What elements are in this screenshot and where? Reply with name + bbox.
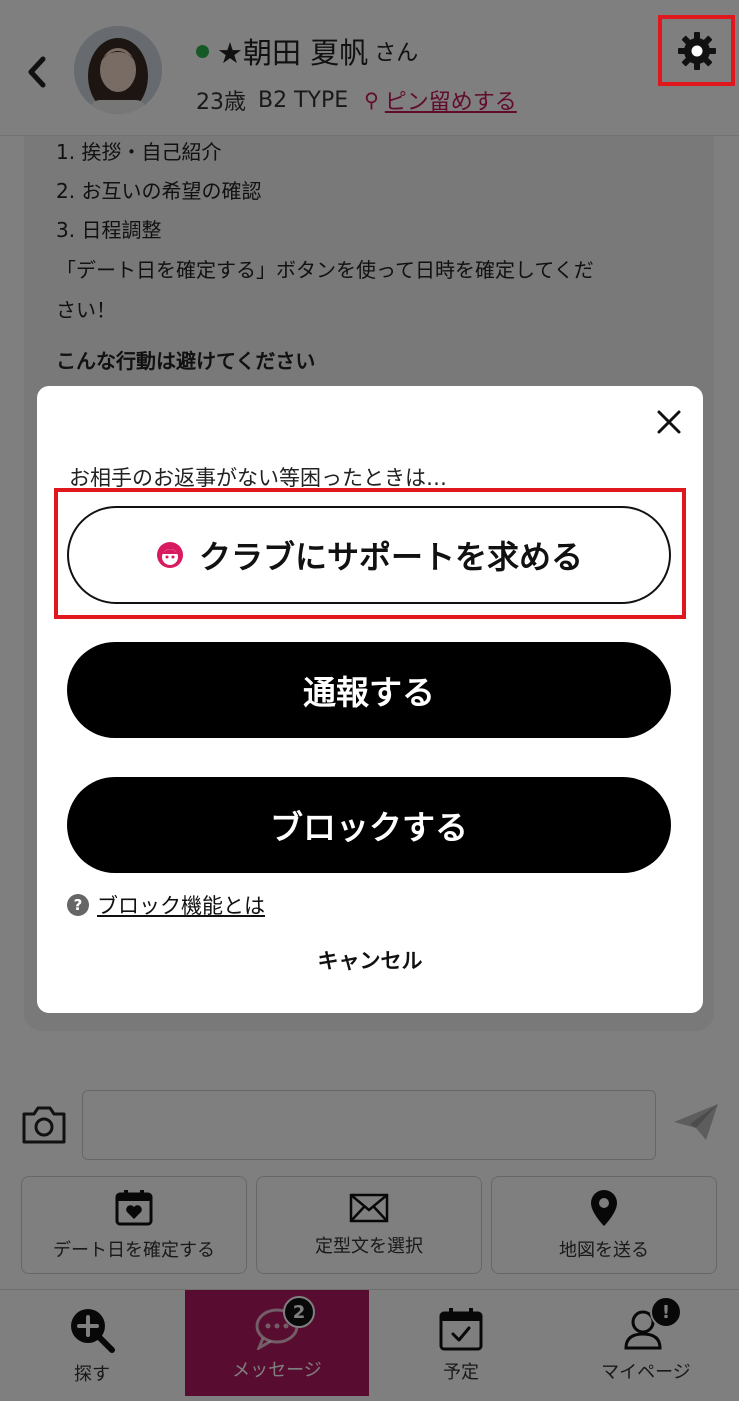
question-circle-icon: ?	[67, 894, 89, 916]
support-agent-icon	[156, 542, 183, 568]
block-help-row: ? ブロック機能とは	[67, 890, 265, 920]
report-button[interactable]: 通報する	[67, 642, 671, 738]
cancel-button[interactable]: キャンセル	[37, 942, 703, 978]
help-modal: お相手のお返事がない等困ったときは… クラブにサポートを求める 通報する ブロッ…	[37, 386, 703, 1013]
block-label: ブロックする	[270, 808, 468, 847]
settings-button[interactable]	[658, 15, 735, 86]
block-help-link[interactable]: ブロック機能とは	[97, 890, 265, 920]
close-button[interactable]	[649, 402, 689, 442]
request-support-button[interactable]: クラブにサポートを求める	[67, 506, 671, 604]
close-icon	[657, 410, 681, 434]
request-support-label: クラブにサポートを求める	[198, 538, 583, 576]
chat-screen: ★朝田 夏帆 さん 23歳 B2 TYPE ⚲ ピン留めする 1. 挨拶・自己紹…	[0, 0, 739, 1401]
report-label: 通報する	[303, 673, 435, 712]
block-button[interactable]: ブロックする	[67, 777, 671, 873]
gear-icon	[677, 31, 716, 70]
